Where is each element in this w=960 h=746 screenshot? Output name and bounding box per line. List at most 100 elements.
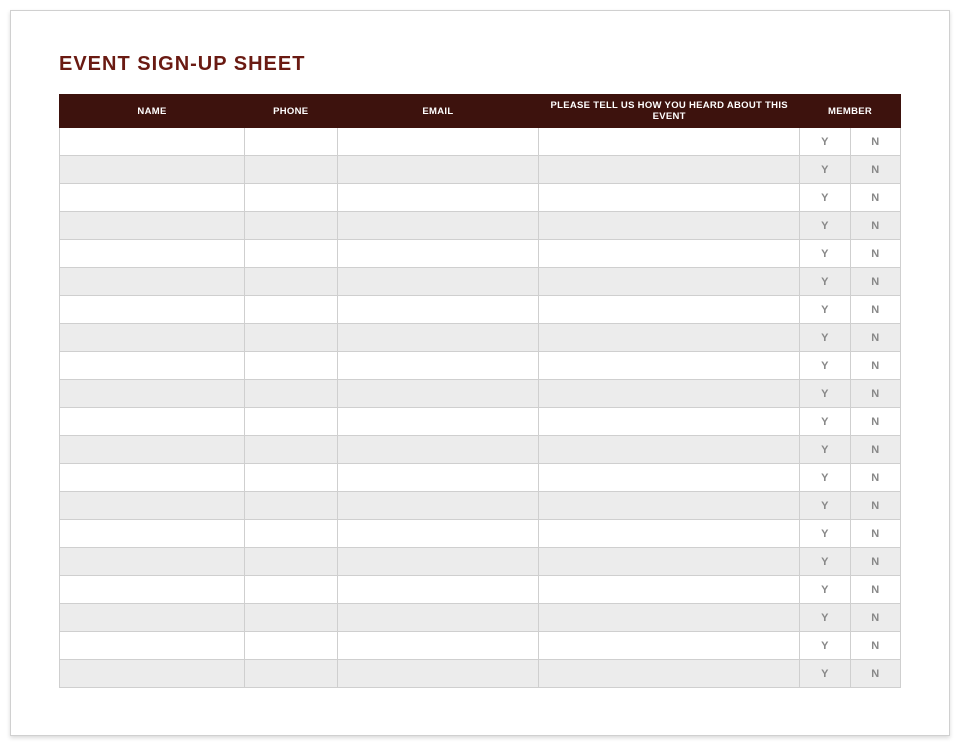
cell-name[interactable] xyxy=(60,268,245,296)
member-no[interactable]: N xyxy=(850,436,901,464)
cell-phone[interactable] xyxy=(245,352,338,380)
member-yes[interactable]: Y xyxy=(800,128,850,156)
cell-name[interactable] xyxy=(60,184,245,212)
cell-name[interactable] xyxy=(60,464,245,492)
cell-email[interactable] xyxy=(337,604,539,632)
cell-email[interactable] xyxy=(337,520,539,548)
member-no[interactable]: N xyxy=(850,604,901,632)
cell-email[interactable] xyxy=(337,660,539,688)
member-yes[interactable]: Y xyxy=(800,604,850,632)
cell-name[interactable] xyxy=(60,576,245,604)
cell-email[interactable] xyxy=(337,212,539,240)
cell-phone[interactable] xyxy=(245,296,338,324)
member-yes[interactable]: Y xyxy=(800,520,850,548)
cell-phone[interactable] xyxy=(245,464,338,492)
cell-phone[interactable] xyxy=(245,268,338,296)
cell-name[interactable] xyxy=(60,660,245,688)
cell-heard[interactable] xyxy=(539,128,800,156)
member-no[interactable]: N xyxy=(850,632,901,660)
member-no[interactable]: N xyxy=(850,212,901,240)
member-yes[interactable]: Y xyxy=(800,380,850,408)
member-yes[interactable]: Y xyxy=(800,212,850,240)
cell-heard[interactable] xyxy=(539,492,800,520)
cell-heard[interactable] xyxy=(539,576,800,604)
cell-heard[interactable] xyxy=(539,548,800,576)
cell-email[interactable] xyxy=(337,464,539,492)
cell-heard[interactable] xyxy=(539,352,800,380)
cell-phone[interactable] xyxy=(245,324,338,352)
cell-email[interactable] xyxy=(337,632,539,660)
member-yes[interactable]: Y xyxy=(800,296,850,324)
cell-heard[interactable] xyxy=(539,240,800,268)
member-no[interactable]: N xyxy=(850,380,901,408)
cell-heard[interactable] xyxy=(539,324,800,352)
cell-name[interactable] xyxy=(60,156,245,184)
cell-name[interactable] xyxy=(60,128,245,156)
cell-email[interactable] xyxy=(337,240,539,268)
cell-email[interactable] xyxy=(337,492,539,520)
cell-phone[interactable] xyxy=(245,604,338,632)
member-yes[interactable]: Y xyxy=(800,324,850,352)
member-yes[interactable]: Y xyxy=(800,548,850,576)
cell-name[interactable] xyxy=(60,492,245,520)
cell-heard[interactable] xyxy=(539,268,800,296)
cell-heard[interactable] xyxy=(539,408,800,436)
cell-heard[interactable] xyxy=(539,660,800,688)
cell-phone[interactable] xyxy=(245,632,338,660)
cell-phone[interactable] xyxy=(245,184,338,212)
cell-name[interactable] xyxy=(60,520,245,548)
cell-name[interactable] xyxy=(60,352,245,380)
cell-name[interactable] xyxy=(60,212,245,240)
member-no[interactable]: N xyxy=(850,660,901,688)
cell-phone[interactable] xyxy=(245,660,338,688)
member-yes[interactable]: Y xyxy=(800,660,850,688)
member-yes[interactable]: Y xyxy=(800,184,850,212)
member-no[interactable]: N xyxy=(850,128,901,156)
member-yes[interactable]: Y xyxy=(800,436,850,464)
cell-name[interactable] xyxy=(60,548,245,576)
cell-email[interactable] xyxy=(337,324,539,352)
cell-phone[interactable] xyxy=(245,212,338,240)
cell-name[interactable] xyxy=(60,324,245,352)
cell-email[interactable] xyxy=(337,184,539,212)
cell-email[interactable] xyxy=(337,576,539,604)
member-no[interactable]: N xyxy=(850,548,901,576)
cell-heard[interactable] xyxy=(539,156,800,184)
member-no[interactable]: N xyxy=(850,352,901,380)
cell-heard[interactable] xyxy=(539,184,800,212)
cell-email[interactable] xyxy=(337,408,539,436)
cell-name[interactable] xyxy=(60,604,245,632)
member-no[interactable]: N xyxy=(850,576,901,604)
member-no[interactable]: N xyxy=(850,268,901,296)
cell-phone[interactable] xyxy=(245,548,338,576)
cell-heard[interactable] xyxy=(539,212,800,240)
cell-name[interactable] xyxy=(60,240,245,268)
member-yes[interactable]: Y xyxy=(800,240,850,268)
member-no[interactable]: N xyxy=(850,184,901,212)
member-no[interactable]: N xyxy=(850,464,901,492)
cell-name[interactable] xyxy=(60,632,245,660)
member-no[interactable]: N xyxy=(850,156,901,184)
cell-email[interactable] xyxy=(337,128,539,156)
member-yes[interactable]: Y xyxy=(800,492,850,520)
cell-email[interactable] xyxy=(337,380,539,408)
cell-phone[interactable] xyxy=(245,128,338,156)
cell-heard[interactable] xyxy=(539,632,800,660)
cell-name[interactable] xyxy=(60,296,245,324)
cell-name[interactable] xyxy=(60,408,245,436)
member-no[interactable]: N xyxy=(850,408,901,436)
cell-phone[interactable] xyxy=(245,520,338,548)
cell-heard[interactable] xyxy=(539,380,800,408)
member-yes[interactable]: Y xyxy=(800,408,850,436)
cell-email[interactable] xyxy=(337,352,539,380)
cell-phone[interactable] xyxy=(245,436,338,464)
cell-email[interactable] xyxy=(337,548,539,576)
cell-email[interactable] xyxy=(337,156,539,184)
cell-heard[interactable] xyxy=(539,464,800,492)
member-yes[interactable]: Y xyxy=(800,268,850,296)
cell-phone[interactable] xyxy=(245,408,338,436)
member-no[interactable]: N xyxy=(850,324,901,352)
cell-phone[interactable] xyxy=(245,492,338,520)
cell-heard[interactable] xyxy=(539,296,800,324)
member-yes[interactable]: Y xyxy=(800,352,850,380)
